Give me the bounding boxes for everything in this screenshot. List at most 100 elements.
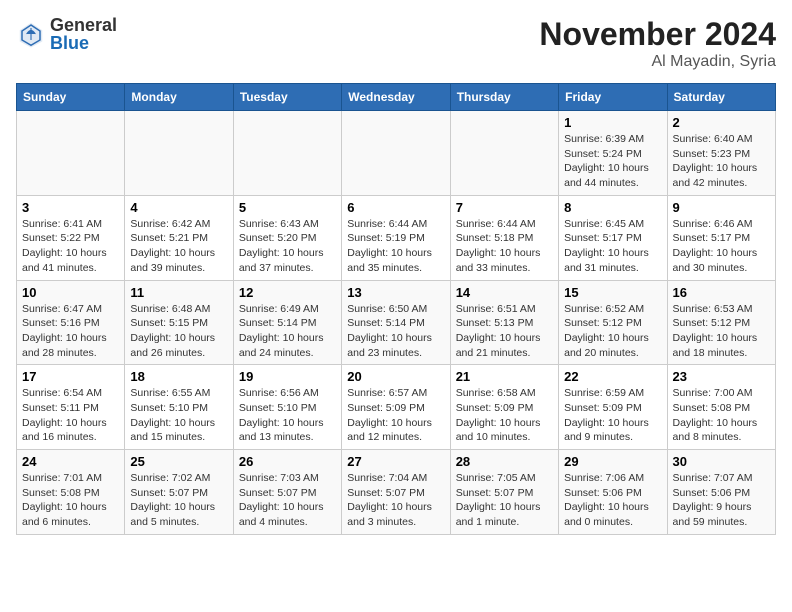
day-number: 18 <box>130 369 227 384</box>
day-number: 3 <box>22 200 119 215</box>
day-info: Sunrise: 6:42 AMSunset: 5:21 PMDaylight:… <box>130 217 227 276</box>
day-info: Sunrise: 7:06 AMSunset: 5:06 PMDaylight:… <box>564 471 661 530</box>
location: Al Mayadin, Syria <box>539 53 776 71</box>
calendar-cell: 7 Sunrise: 6:44 AMSunset: 5:18 PMDaylight… <box>450 195 558 280</box>
calendar-week: 17 Sunrise: 6:54 AMSunset: 5:11 PMDayligh… <box>17 365 776 450</box>
calendar-cell: 10 Sunrise: 6:47 AMSunset: 5:16 PMDayligh… <box>17 280 125 365</box>
day-number: 26 <box>239 454 336 469</box>
day-info: Sunrise: 6:47 AMSunset: 5:16 PMDaylight:… <box>22 302 119 361</box>
calendar-cell: 23 Sunrise: 7:00 AMSunset: 5:08 PMDayligh… <box>667 365 775 450</box>
weekday-row: SundayMondayTuesdayWednesdayThursdayFrid… <box>17 84 776 111</box>
day-number: 9 <box>673 200 770 215</box>
calendar-cell: 11 Sunrise: 6:48 AMSunset: 5:15 PMDayligh… <box>125 280 233 365</box>
calendar-week: 3Sunrise: 6:41 AMSunset: 5:22 PMDaylight… <box>17 195 776 280</box>
day-info: Sunrise: 7:05 AMSunset: 5:07 PMDaylight:… <box>456 471 553 530</box>
day-info: Sunrise: 6:59 AMSunset: 5:09 PMDaylight:… <box>564 386 661 445</box>
weekday-header: Sunday <box>17 84 125 111</box>
calendar-table: SundayMondayTuesdayWednesdayThursdayFrid… <box>16 83 776 535</box>
calendar-cell <box>233 111 341 196</box>
day-info: Sunrise: 6:39 AMSunset: 5:24 PMDaylight:… <box>564 132 661 191</box>
day-info: Sunrise: 6:45 AMSunset: 5:17 PMDaylight:… <box>564 217 661 276</box>
calendar-header: SundayMondayTuesdayWednesdayThursdayFrid… <box>17 84 776 111</box>
day-info: Sunrise: 6:52 AMSunset: 5:12 PMDaylight:… <box>564 302 661 361</box>
day-number: 5 <box>239 200 336 215</box>
day-info: Sunrise: 6:44 AMSunset: 5:18 PMDaylight:… <box>456 217 553 276</box>
calendar-cell: 8 Sunrise: 6:45 AMSunset: 5:17 PMDaylight… <box>559 195 667 280</box>
calendar-cell <box>450 111 558 196</box>
calendar-cell: 26 Sunrise: 7:03 AMSunset: 5:07 PMDayligh… <box>233 450 341 535</box>
day-number: 30 <box>673 454 770 469</box>
day-info: Sunrise: 7:04 AMSunset: 5:07 PMDaylight:… <box>347 471 444 530</box>
day-info: Sunrise: 6:44 AMSunset: 5:19 PMDaylight:… <box>347 217 444 276</box>
logo-general: General <box>50 15 117 35</box>
weekday-header: Friday <box>559 84 667 111</box>
calendar-cell: 16 Sunrise: 6:53 AMSunset: 5:12 PMDayligh… <box>667 280 775 365</box>
day-number: 10 <box>22 285 119 300</box>
day-info: Sunrise: 6:48 AMSunset: 5:15 PMDaylight:… <box>130 302 227 361</box>
calendar-cell: 25Sunrise: 7:02 AMSunset: 5:07 PMDayligh… <box>125 450 233 535</box>
calendar-cell: 15Sunrise: 6:52 AMSunset: 5:12 PMDayligh… <box>559 280 667 365</box>
calendar-body: 1Sunrise: 6:39 AMSunset: 5:24 PMDaylight… <box>17 111 776 535</box>
calendar-cell: 21 Sunrise: 6:58 AMSunset: 5:09 PMDayligh… <box>450 365 558 450</box>
calendar-cell: 19Sunrise: 6:56 AMSunset: 5:10 PMDayligh… <box>233 365 341 450</box>
calendar-cell: 12 Sunrise: 6:49 AMSunset: 5:14 PMDayligh… <box>233 280 341 365</box>
day-number: 22 <box>564 369 661 384</box>
day-number: 6 <box>347 200 444 215</box>
day-number: 24 <box>22 454 119 469</box>
logo-icon <box>16 19 46 49</box>
calendar-cell: 1Sunrise: 6:39 AMSunset: 5:24 PMDaylight… <box>559 111 667 196</box>
calendar-cell: 9Sunrise: 6:46 AMSunset: 5:17 PMDaylight… <box>667 195 775 280</box>
day-info: Sunrise: 6:53 AMSunset: 5:12 PMDaylight:… <box>673 302 770 361</box>
calendar-cell: 13 Sunrise: 6:50 AMSunset: 5:14 PMDayligh… <box>342 280 450 365</box>
day-number: 16 <box>673 285 770 300</box>
calendar-cell: 14Sunrise: 6:51 AMSunset: 5:13 PMDayligh… <box>450 280 558 365</box>
logo-text: General Blue <box>50 16 117 52</box>
month-title: November 2024 <box>539 16 776 53</box>
day-number: 29 <box>564 454 661 469</box>
day-info: Sunrise: 6:58 AMSunset: 5:09 PMDaylight:… <box>456 386 553 445</box>
calendar-cell: 2Sunrise: 6:40 AMSunset: 5:23 PMDaylight… <box>667 111 775 196</box>
calendar-week: 1Sunrise: 6:39 AMSunset: 5:24 PMDaylight… <box>17 111 776 196</box>
weekday-header: Wednesday <box>342 84 450 111</box>
day-info: Sunrise: 6:50 AMSunset: 5:14 PMDaylight:… <box>347 302 444 361</box>
calendar-cell: 18 Sunrise: 6:55 AMSunset: 5:10 PMDayligh… <box>125 365 233 450</box>
day-number: 23 <box>673 369 770 384</box>
day-number: 25 <box>130 454 227 469</box>
day-info: Sunrise: 6:51 AMSunset: 5:13 PMDaylight:… <box>456 302 553 361</box>
calendar-week: 10 Sunrise: 6:47 AMSunset: 5:16 PMDayligh… <box>17 280 776 365</box>
calendar-week: 24 Sunrise: 7:01 AMSunset: 5:08 PMDayligh… <box>17 450 776 535</box>
calendar-cell: 22 Sunrise: 6:59 AMSunset: 5:09 PMDayligh… <box>559 365 667 450</box>
page-header: General Blue November 2024 Al Mayadin, S… <box>16 16 776 71</box>
day-number: 19 <box>239 369 336 384</box>
day-number: 8 <box>564 200 661 215</box>
day-info: Sunrise: 6:54 AMSunset: 5:11 PMDaylight:… <box>22 386 119 445</box>
calendar-cell: 29 Sunrise: 7:06 AMSunset: 5:06 PMDayligh… <box>559 450 667 535</box>
weekday-header: Thursday <box>450 84 558 111</box>
day-info: Sunrise: 6:49 AMSunset: 5:14 PMDaylight:… <box>239 302 336 361</box>
day-info: Sunrise: 6:55 AMSunset: 5:10 PMDaylight:… <box>130 386 227 445</box>
day-info: Sunrise: 7:03 AMSunset: 5:07 PMDaylight:… <box>239 471 336 530</box>
day-number: 28 <box>456 454 553 469</box>
calendar-cell: 24 Sunrise: 7:01 AMSunset: 5:08 PMDayligh… <box>17 450 125 535</box>
day-number: 12 <box>239 285 336 300</box>
title-block: November 2024 Al Mayadin, Syria <box>539 16 776 71</box>
day-number: 2 <box>673 115 770 130</box>
day-number: 13 <box>347 285 444 300</box>
calendar-cell: 5Sunrise: 6:43 AMSunset: 5:20 PMDaylight… <box>233 195 341 280</box>
calendar-cell: 17 Sunrise: 6:54 AMSunset: 5:11 PMDayligh… <box>17 365 125 450</box>
day-info: Sunrise: 7:07 AMSunset: 5:06 PMDaylight:… <box>673 471 770 530</box>
calendar-cell: 28 Sunrise: 7:05 AMSunset: 5:07 PMDayligh… <box>450 450 558 535</box>
day-info: Sunrise: 7:00 AMSunset: 5:08 PMDaylight:… <box>673 386 770 445</box>
calendar-cell <box>342 111 450 196</box>
day-number: 17 <box>22 369 119 384</box>
day-number: 11 <box>130 285 227 300</box>
day-number: 7 <box>456 200 553 215</box>
day-number: 20 <box>347 369 444 384</box>
weekday-header: Saturday <box>667 84 775 111</box>
day-info: Sunrise: 7:01 AMSunset: 5:08 PMDaylight:… <box>22 471 119 530</box>
weekday-header: Monday <box>125 84 233 111</box>
day-info: Sunrise: 6:57 AMSunset: 5:09 PMDaylight:… <box>347 386 444 445</box>
day-number: 21 <box>456 369 553 384</box>
calendar-cell: 4 Sunrise: 6:42 AMSunset: 5:21 PMDaylight… <box>125 195 233 280</box>
day-number: 4 <box>130 200 227 215</box>
